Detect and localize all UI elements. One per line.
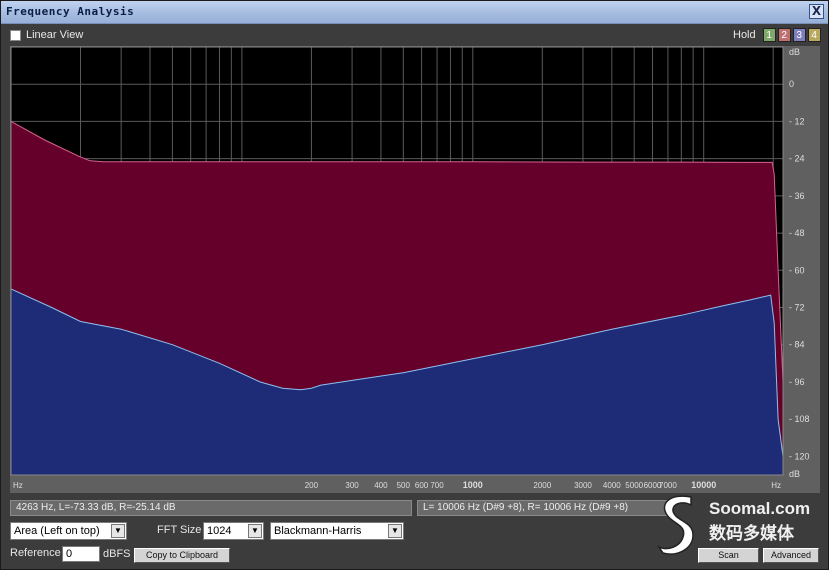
x-tick-label: 7000 — [659, 481, 677, 490]
y-unit-label: dB — [789, 469, 800, 479]
y-tick-label: - 36 — [789, 191, 805, 201]
chevron-down-icon[interactable]: ▼ — [248, 524, 262, 538]
watermark-tagline: 数码多媒体 — [709, 524, 794, 543]
linear-view-label: Linear View — [26, 29, 84, 41]
soomal-logo-icon — [656, 495, 694, 555]
y-tick-label: - 72 — [789, 303, 805, 313]
copy-to-clipboard-button[interactable]: Copy to Clipboard — [134, 548, 230, 563]
spectrum-chart: dB 0 - 12 - 24 - 36 - 48 - 60 - 72 - 84 - 96 - 108… — [10, 46, 810, 490]
x-tick-label: 5000 — [625, 481, 643, 490]
y-tick-label: - 108 — [789, 414, 810, 424]
title-bar: Frequency Analysis X — [1, 1, 828, 24]
peak-readout: L= 10006 Hz (D#9 +8), R= 10006 Hz (D#9 +… — [417, 500, 667, 516]
window-function-value: Blackmann-Harris — [274, 525, 362, 537]
hold-button-2[interactable]: 2 — [777, 28, 791, 42]
x-axis-labels: Hz 200 300 400 500 600 700 1000 2000 3000 4000 5000… — [13, 480, 781, 490]
spectrum-panel: dB 0 - 12 - 24 - 36 - 48 - 60 - 72 - 84 - 96 - 108… — [10, 46, 820, 493]
reference-input[interactable]: 0 — [62, 546, 100, 562]
chevron-down-icon[interactable]: ▼ — [111, 524, 125, 538]
reference-unit: dBFS — [103, 548, 131, 560]
x-tick-label: 300 — [345, 481, 359, 490]
y-tick-label: - 84 — [789, 340, 805, 350]
scan-button[interactable]: Scan — [698, 548, 759, 563]
fft-size-value: 1024 — [207, 525, 232, 537]
window-function-select[interactable]: Blackmann-Harris ▼ — [270, 522, 404, 540]
y-tick-label: - 48 — [789, 228, 805, 238]
linear-view-option[interactable]: Linear View — [10, 28, 83, 42]
y-tick-label: - 24 — [789, 154, 805, 164]
hold-label: Hold — [733, 29, 756, 41]
watermark-brand: Soomal.com — [709, 499, 811, 518]
close-button[interactable]: X — [809, 4, 824, 19]
x-tick-label: 600 — [415, 481, 429, 490]
advanced-button[interactable]: Advanced — [763, 548, 819, 563]
view-mode-select[interactable]: Area (Left on top) ▼ — [10, 522, 127, 540]
x-tick-label: 10000 — [691, 480, 716, 490]
x-unit-label: Hz — [13, 481, 23, 490]
y-tick-label: - 120 — [789, 451, 810, 461]
x-tick-label: 4000 — [603, 481, 621, 490]
fft-size-select[interactable]: 1024 ▼ — [203, 522, 264, 540]
hold-button-1[interactable]: 1 — [762, 28, 776, 42]
frequency-analysis-window: Frequency Analysis X Linear View Hold 1 … — [0, 0, 829, 570]
x-tick-label: 1000 — [463, 480, 483, 490]
y-tick-label: - 60 — [789, 265, 805, 275]
x-tick-label: 3000 — [574, 481, 592, 490]
x-tick-label: 200 — [305, 481, 319, 490]
view-mode-value: Area (Left on top) — [14, 525, 100, 537]
hold-button-4[interactable]: 4 — [807, 28, 821, 42]
y-tick-label: 0 — [789, 79, 794, 89]
x-tick-label: 400 — [374, 481, 388, 490]
x-tick-label: 500 — [397, 481, 411, 490]
y-axis-labels: dB 0 - 12 - 24 - 36 - 48 - 60 - 72 - 84 - 96 - 108… — [789, 47, 810, 479]
chevron-down-icon[interactable]: ▼ — [388, 524, 402, 538]
fft-size-label: FFT Size — [157, 524, 202, 536]
hold-button-3[interactable]: 3 — [792, 28, 806, 42]
cursor-readout: 4263 Hz, L=-73.33 dB, R=-25.14 dB — [10, 500, 412, 516]
y-unit-label: dB — [789, 47, 800, 57]
hold-group: Hold 1 2 3 4 — [733, 28, 821, 42]
y-tick-label: - 12 — [789, 116, 805, 126]
x-tick-label: 700 — [430, 481, 444, 490]
y-tick-label: - 96 — [789, 377, 805, 387]
linear-view-checkbox[interactable] — [10, 29, 21, 41]
window-title: Frequency Analysis — [6, 5, 135, 18]
reference-label: Reference — [10, 547, 61, 559]
x-tick-label: 2000 — [533, 481, 551, 490]
x-unit-label: Hz — [771, 481, 781, 490]
